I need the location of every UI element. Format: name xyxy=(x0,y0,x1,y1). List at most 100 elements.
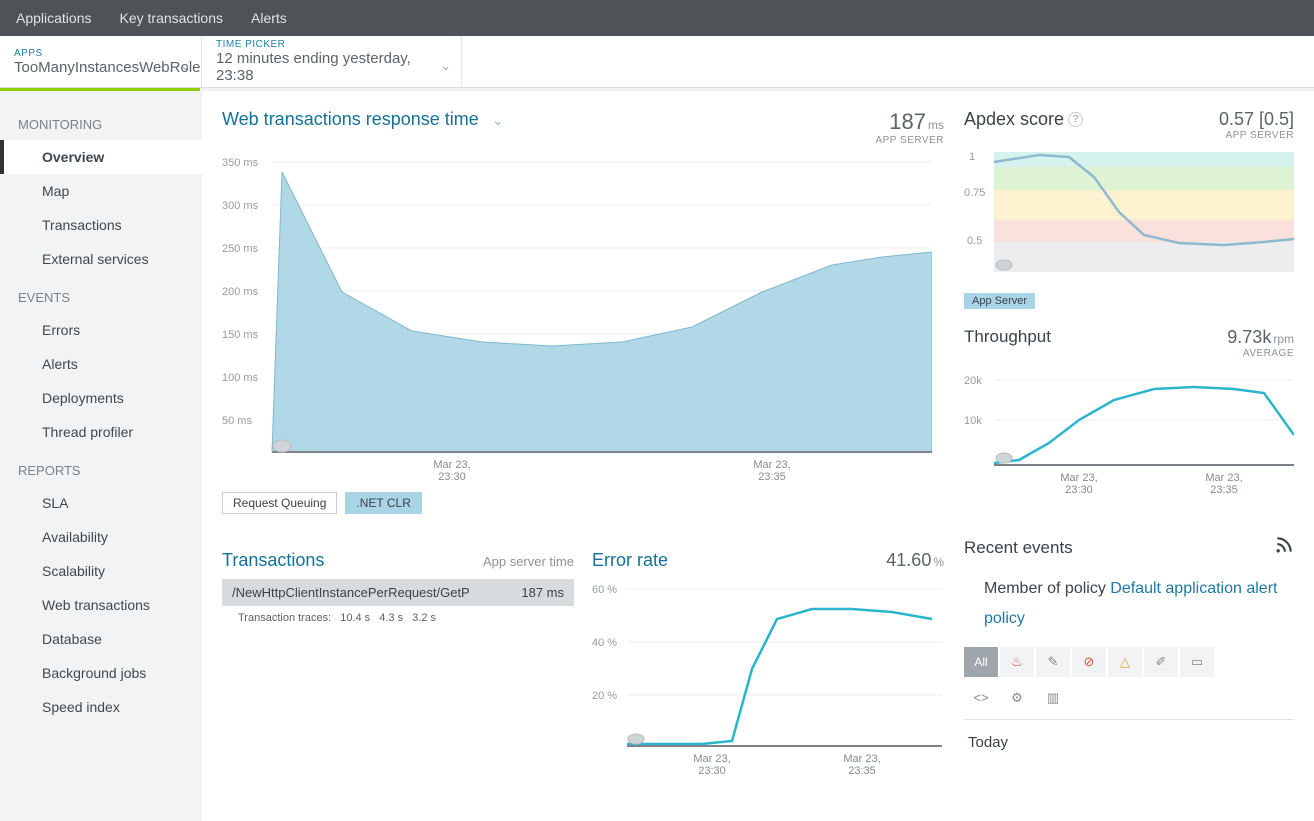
rss-icon[interactable] xyxy=(1274,535,1294,560)
error-rate-chart[interactable]: 60 %40 %20 % Mar 23,23:30 Mar 23,23:35 xyxy=(592,579,944,779)
policy-membership: Member of policy Default application ale… xyxy=(964,574,1294,635)
apdex-badge[interactable]: App Server xyxy=(964,293,1035,309)
response-time-sub: APP SERVER xyxy=(875,135,944,146)
right-column: Apdex score? 0.57 [0.5] APP SERVER xyxy=(964,91,1314,821)
svg-text:150 ms: 150 ms xyxy=(222,329,259,341)
filter-key-icon[interactable]: ✎ xyxy=(1036,647,1070,677)
filter-note-icon[interactable]: ✐ xyxy=(1144,647,1178,677)
svg-text:23:30: 23:30 xyxy=(1065,484,1093,495)
sidebar-item-map[interactable]: Map xyxy=(0,174,202,208)
sidebar-item-deployments[interactable]: Deployments xyxy=(0,381,202,415)
apdex-value: 0.57 [0.5] xyxy=(1219,109,1294,129)
chevron-down-icon: ⌄ xyxy=(440,58,451,74)
svg-text:100 ms: 100 ms xyxy=(222,372,259,384)
sidebar-item-sla[interactable]: SLA xyxy=(0,486,202,520)
response-time-value: 187 xyxy=(889,109,926,134)
sidebar-item-web-transactions[interactable]: Web transactions xyxy=(0,588,202,622)
response-time-metric: 187ms APP SERVER xyxy=(875,109,944,146)
help-icon[interactable]: ? xyxy=(1068,112,1083,127)
throughput-sub: AVERAGE xyxy=(1227,348,1294,359)
sidebar-item-transactions[interactable]: Transactions xyxy=(0,208,202,242)
error-rate-unit: % xyxy=(933,555,944,569)
apdex-sub: APP SERVER xyxy=(1219,130,1294,141)
trace-1[interactable]: 10.4 s xyxy=(340,612,370,624)
sidebar-item-scalability[interactable]: Scalability xyxy=(0,554,202,588)
transaction-row[interactable]: /NewHttpClientInstancePerRequest/GetP 18… xyxy=(222,579,574,606)
error-rate-panel: Error rate 41.60% 60 %40 %20 % Mar 23,23… xyxy=(592,550,944,779)
app-picker-label: APPS xyxy=(14,48,187,59)
svg-text:23:30: 23:30 xyxy=(698,765,726,777)
response-time-title[interactable]: Web transactions response time ⌄ xyxy=(222,109,504,130)
sidebar-section-events: EVENTS xyxy=(0,276,202,313)
svg-text:200 ms: 200 ms xyxy=(222,286,259,298)
response-time-legend: Request Queuing .NET CLR xyxy=(222,492,944,514)
transaction-traces: Transaction traces: 10.4 s 4.3 s 3.2 s xyxy=(222,606,574,630)
policy-prefix: Member of policy xyxy=(984,580,1110,597)
svg-text:Mar 23,: Mar 23, xyxy=(433,459,470,471)
sidebar-item-errors[interactable]: Errors xyxy=(0,313,202,347)
error-rate-title[interactable]: Error rate xyxy=(592,550,668,571)
sidebar: MONITORING Overview Map Transactions Ext… xyxy=(0,91,202,821)
sidebar-item-overview[interactable]: Overview xyxy=(0,140,202,174)
svg-text:60 %: 60 % xyxy=(592,584,617,596)
app-picker-value: TooManyInstancesWebRole xyxy=(14,59,187,76)
time-picker-value: 12 minutes ending yesterday, 23:38 xyxy=(216,50,447,84)
trace-3[interactable]: 3.2 s xyxy=(412,612,436,624)
svg-text:23:35: 23:35 xyxy=(848,765,876,777)
svg-text:23:30: 23:30 xyxy=(438,471,466,482)
apdex-title: Apdex score? xyxy=(964,109,1083,130)
apdex-chart[interactable]: 1 0.75 0.5 xyxy=(964,147,1294,292)
app-picker[interactable]: APPS TooManyInstancesWebRole ⌄ xyxy=(0,36,202,87)
trace-2[interactable]: 4.3 s xyxy=(379,612,403,624)
sidebar-item-alerts[interactable]: Alerts xyxy=(0,347,202,381)
svg-text:0.75: 0.75 xyxy=(964,187,985,199)
svg-text:23:35: 23:35 xyxy=(758,471,786,482)
apdex-title-text: Apdex score xyxy=(964,109,1064,129)
sidebar-item-database[interactable]: Database xyxy=(0,622,202,656)
svg-text:1: 1 xyxy=(969,151,975,163)
filter-all-button[interactable]: All xyxy=(964,647,998,677)
svg-text:Mar 23,: Mar 23, xyxy=(1205,472,1242,484)
svg-text:20 %: 20 % xyxy=(592,690,617,702)
legend-net-clr[interactable]: .NET CLR xyxy=(345,492,421,514)
recent-events-title: Recent events xyxy=(964,538,1073,558)
sub-nav: APPS TooManyInstancesWebRole ⌄ TIME PICK… xyxy=(0,36,1314,88)
sidebar-item-thread-profiler[interactable]: Thread profiler xyxy=(0,415,202,449)
throughput-chart[interactable]: 20k10k Mar 23,23:30 Mar 23,23:35 xyxy=(964,365,1294,495)
transaction-time: 187 ms xyxy=(521,585,564,600)
sidebar-item-external-services[interactable]: External services xyxy=(0,242,202,276)
filter-code-icon[interactable]: <> xyxy=(964,683,998,713)
response-time-title-text: Web transactions response time xyxy=(222,109,479,129)
svg-text:300 ms: 300 ms xyxy=(222,200,259,212)
svg-text:Mar 23,: Mar 23, xyxy=(693,753,730,765)
time-picker[interactable]: TIME PICKER 12 minutes ending yesterday,… xyxy=(202,36,462,87)
transactions-panel: Transactions App server time /NewHttpCli… xyxy=(222,550,574,779)
filter-gear-icon[interactable]: ⚙ xyxy=(1000,683,1034,713)
chevron-down-icon: ⌄ xyxy=(180,58,191,74)
svg-text:250 ms: 250 ms xyxy=(222,243,259,255)
filter-error-icon[interactable]: ⊘ xyxy=(1072,647,1106,677)
nav-alerts[interactable]: Alerts xyxy=(251,10,287,26)
transactions-subtitle: App server time xyxy=(483,554,574,569)
response-time-chart[interactable]: 350 ms300 ms 250 ms200 ms 150 ms100 ms 5… xyxy=(222,152,944,482)
svg-text:0.5: 0.5 xyxy=(967,235,982,247)
sidebar-item-background-jobs[interactable]: Background jobs xyxy=(0,656,202,690)
svg-text:350 ms: 350 ms xyxy=(222,157,259,169)
recent-events-panel: Recent events Member of policy Default a… xyxy=(964,535,1294,751)
filter-warning-icon[interactable]: △ xyxy=(1108,647,1142,677)
events-today-heading: Today xyxy=(964,719,1294,751)
svg-text:Mar 23,: Mar 23, xyxy=(843,753,880,765)
filter-fire-icon[interactable]: ♨ xyxy=(1000,647,1034,677)
filter-screen-icon[interactable]: ▭ xyxy=(1180,647,1214,677)
throughput-title: Throughput xyxy=(964,327,1051,347)
chevron-down-icon: ⌄ xyxy=(492,112,504,128)
transactions-title[interactable]: Transactions xyxy=(222,550,324,571)
filter-chart-icon[interactable]: ▥ xyxy=(1036,683,1070,713)
sidebar-section-reports: REPORTS xyxy=(0,449,202,486)
svg-text:20k: 20k xyxy=(964,375,982,387)
nav-key-transactions[interactable]: Key transactions xyxy=(120,10,224,26)
sidebar-item-availability[interactable]: Availability xyxy=(0,520,202,554)
sidebar-item-speed-index[interactable]: Speed index xyxy=(0,690,202,724)
nav-applications[interactable]: Applications xyxy=(16,10,92,26)
legend-request-queuing[interactable]: Request Queuing xyxy=(222,492,337,514)
